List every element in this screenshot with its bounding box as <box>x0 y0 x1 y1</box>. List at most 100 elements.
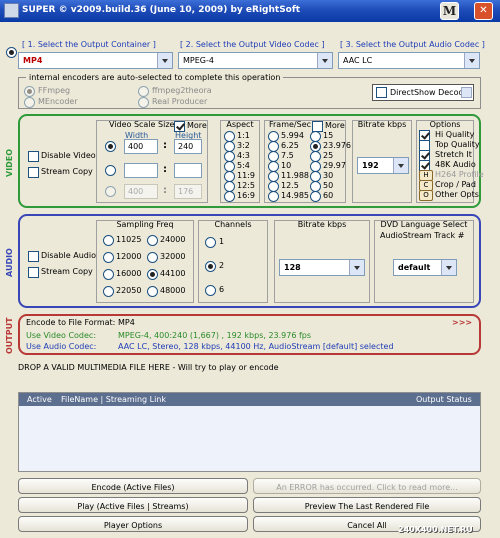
scale-row-2-radio[interactable] <box>105 165 116 176</box>
video-codec-summary: MPEG-4, 400:240 (1,667) , 192 kbps, 23.9… <box>118 331 312 340</box>
sampling-radio[interactable] <box>147 235 158 246</box>
channel-option-label: 2 <box>219 261 225 270</box>
scale-row-1-radio[interactable] <box>105 141 116 152</box>
audio-bitrate-select[interactable]: 128 <box>279 259 365 276</box>
sampling-radio[interactable] <box>103 235 114 246</box>
aspect-radio[interactable] <box>224 191 235 202</box>
aspect-label: Aspect <box>226 120 254 129</box>
audio-bitrate-label: Bitrate kbps <box>297 220 347 229</box>
fps-panel: Frame/Sec More 5.994 6.25 7.5 10 11.988 12.5 1… <box>264 120 351 203</box>
width-input-1[interactable]: 400 <box>124 139 158 154</box>
chevron-down-icon <box>464 53 479 68</box>
fps-more-label: More <box>325 121 345 130</box>
container-value: MP4 <box>23 56 43 65</box>
preview-button[interactable]: Preview The Last Rendered File <box>253 497 481 513</box>
height-input-2[interactable] <box>174 163 202 178</box>
height-input-3: 176 <box>174 184 202 199</box>
dvd-track-select[interactable]: default <box>393 259 457 276</box>
fps-option-label: 25 <box>323 151 334 160</box>
dvd-track-value: default <box>398 263 431 272</box>
fps-option-label: 15 <box>323 131 334 140</box>
channel-radio[interactable] <box>205 237 216 248</box>
directshow-label: DirectShow Decode <box>390 88 469 97</box>
width-value-1: 400 <box>128 142 144 151</box>
play-button[interactable]: Play (Active Files | Streams) <box>18 497 248 513</box>
scale-more-label: More <box>187 121 207 130</box>
fps-option-label: 6.25 <box>281 141 299 150</box>
close-button[interactable]: ✕ <box>474 2 493 20</box>
sampling-radio[interactable] <box>147 286 158 297</box>
help-button[interactable]: M <box>440 2 459 20</box>
disable-video-label: Disable Video <box>41 151 96 160</box>
option-label: Crop / Pad <box>435 180 476 189</box>
sampling-option-label: 11025 <box>116 235 142 244</box>
ffmpeg-label: FFmpeg <box>38 86 71 95</box>
sampling-radio[interactable] <box>147 252 158 263</box>
scale-row-3-radio <box>105 186 116 197</box>
audio-codec-select[interactable]: AAC LC <box>338 52 480 69</box>
mencoder-radio <box>24 97 35 108</box>
mencoder-label: MEncoder <box>38 97 78 106</box>
channel-option-label: 6 <box>219 285 225 294</box>
height-value-3: 176 <box>178 187 194 196</box>
player-options-button[interactable]: Player Options <box>18 516 248 532</box>
fps-option-label: 30 <box>323 171 334 180</box>
watermark: 240X400.NET.RU <box>398 525 473 534</box>
channel-radio[interactable] <box>205 285 216 296</box>
channel-radio[interactable] <box>205 261 216 272</box>
disable-audio-checkbox[interactable] <box>28 251 39 262</box>
video-stream-copy-label: Stream Copy <box>41 167 93 176</box>
audio-stream-copy-checkbox[interactable] <box>28 267 39 278</box>
video-bitrate-select[interactable]: 192 <box>357 157 409 174</box>
fps-radio[interactable] <box>310 191 321 202</box>
chevron-down-icon <box>461 87 472 98</box>
video-codec-select[interactable]: MPEG-4 <box>178 52 333 69</box>
window-title: SUPER © v2009.build.36 (June 10, 2009) b… <box>22 5 301 15</box>
audio-codec-value: AAC LC <box>343 56 373 65</box>
output-more-button[interactable]: >>> <box>452 318 472 327</box>
output-side-label: OUTPUT <box>5 317 14 354</box>
app-icon <box>4 3 19 18</box>
fps-radio[interactable] <box>268 191 279 202</box>
ffmpeg2theora-radio <box>138 86 149 97</box>
sampling-radio[interactable] <box>103 286 114 297</box>
video-codec-value: MPEG-4 <box>183 56 214 65</box>
directshow-checkbox[interactable] <box>376 87 387 98</box>
fps-option-label: 12.5 <box>281 181 299 190</box>
container-select[interactable]: MP4 <box>18 52 173 69</box>
real-producer-label: Real Producer <box>152 97 208 106</box>
sampling-radio[interactable] <box>103 252 114 263</box>
sampling-option-label: 16000 <box>116 269 142 278</box>
format-value: MP4 <box>118 318 135 327</box>
disable-video-checkbox[interactable] <box>28 151 39 162</box>
sampling-radio[interactable] <box>103 269 114 280</box>
aspect-option-label: 5:4 <box>237 161 250 170</box>
option-label: Top Quality <box>435 140 480 149</box>
directshow-decode[interactable]: DirectShow Decode <box>372 84 474 101</box>
sampling-option-label: 12000 <box>116 252 142 261</box>
drop-instructions: DROP A VALID MULTIMEDIA FILE HERE - Will… <box>18 363 279 372</box>
width-input-2[interactable] <box>124 163 158 178</box>
selection-radio[interactable] <box>6 47 17 58</box>
aspect-option-label: 1:1 <box>237 131 250 140</box>
video-bitrate-label: Bitrate kbps <box>357 120 407 129</box>
fps-option-label: 29.97 <box>323 161 346 170</box>
audio-stream-copy-label: Stream Copy <box>41 267 93 276</box>
file-drop-list[interactable]: Active FileName | Streaming Link Output … <box>18 392 481 472</box>
colon-separator: : <box>163 185 167 196</box>
video-codec-summary-label: Use Video Codec: <box>26 331 97 340</box>
video-stream-copy-checkbox[interactable] <box>28 167 39 178</box>
sampling-option-label: 44100 <box>160 269 186 278</box>
dvd-track-label: AudioStream Track # <box>380 231 465 240</box>
option-button[interactable]: O <box>419 190 433 201</box>
height-input-1[interactable]: 240 <box>174 139 202 154</box>
error-button[interactable]: An ERROR has occurred. Click to read mor… <box>253 478 481 494</box>
sampling-label: Sampling Freq <box>116 220 174 229</box>
width-value-3: 400 <box>128 187 144 196</box>
sampling-radio[interactable] <box>147 269 158 280</box>
channel-option-label: 1 <box>219 237 225 246</box>
dvd-language-label: DVD Language Select <box>380 220 468 229</box>
fps-option-label: 14.985 <box>281 191 309 200</box>
encode-button[interactable]: Encode (Active Files) <box>18 478 248 494</box>
ffmpeg-radio <box>24 86 35 97</box>
